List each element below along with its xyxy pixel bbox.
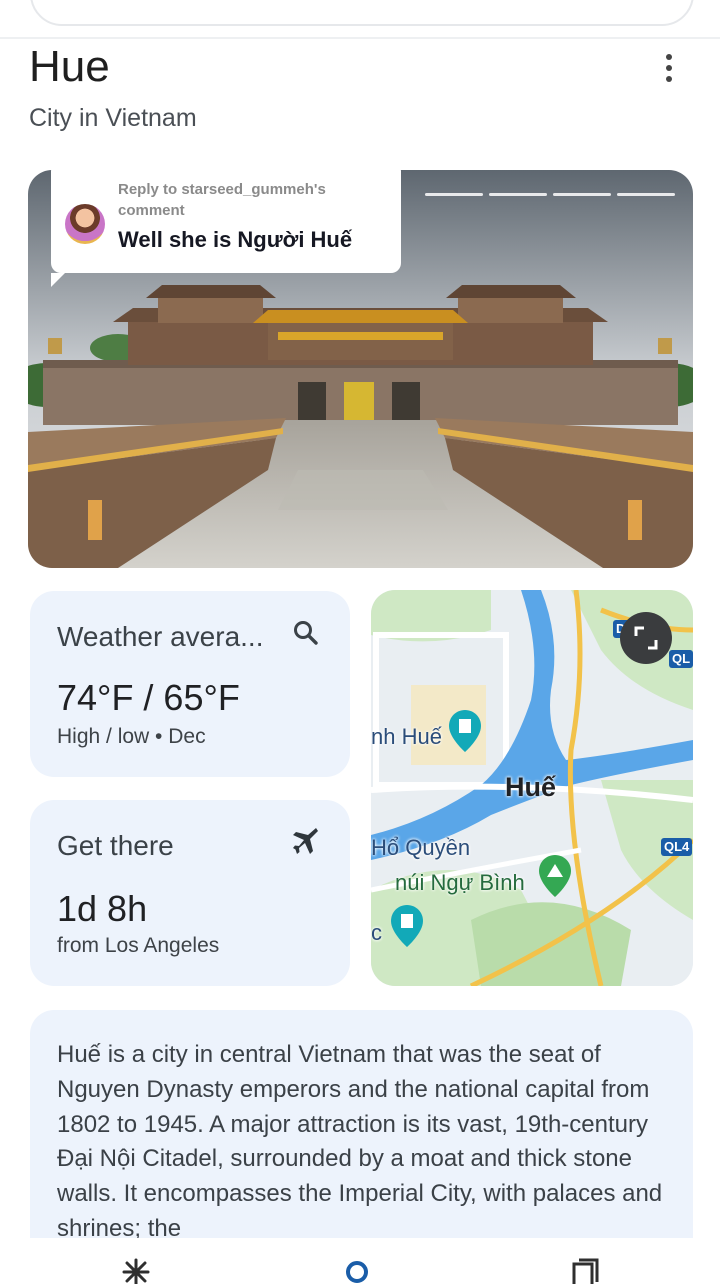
map-label: núi Ngự Bình [395, 870, 525, 895]
expand-icon [634, 626, 658, 650]
avatar [65, 204, 105, 244]
divider [0, 37, 720, 39]
search-icon[interactable] [292, 619, 320, 647]
story-progress [425, 193, 675, 196]
weather-title: Weather avera... [57, 621, 264, 652]
map-preview[interactable]: nh Huế Huế Hổ Quyền núi Ngự Bình c DT4A … [371, 590, 693, 986]
map-city-label: Huế [505, 772, 557, 802]
map-label: nh Huế [371, 724, 442, 749]
page-subtitle: City in Vietnam [29, 104, 197, 132]
reply-meta: Reply to starseed_gummeh's comment [118, 181, 326, 219]
map-label: c [371, 920, 382, 945]
airplane-icon [293, 828, 318, 854]
weather-temps: 74°F / 65°F [57, 677, 240, 718]
search-bar[interactable] [30, 0, 694, 26]
reply-comment-overlay[interactable]: Reply to starseed_gummeh's comment Well … [51, 169, 401, 287]
page-title: Hue [29, 42, 110, 91]
weather-card[interactable]: Weather avera... 74°F / 65°F High / low … [30, 591, 350, 777]
bottom-nav [0, 1238, 720, 1284]
directions-origin: from Los Angeles [57, 934, 220, 957]
more-options-icon[interactable] [656, 54, 682, 82]
reply-text: Well she is Người Huế [118, 227, 353, 252]
directions-duration: 1d 8h [57, 888, 148, 929]
expand-map-button[interactable] [620, 612, 672, 664]
directions-title: Get there [57, 830, 174, 861]
map-label: Hổ Quyền [371, 835, 471, 860]
road-badge: QL4 [661, 838, 693, 856]
road-badge: QL [669, 650, 693, 668]
weather-detail: High / low • Dec [57, 725, 206, 748]
directions-card[interactable]: Get there 1d 8h from Los Angeles [30, 800, 350, 986]
description-card[interactable]: Huế is a city in central Vietnam that wa… [30, 1010, 693, 1250]
description-text: Huế is a city in central Vietnam that wa… [57, 1041, 663, 1242]
